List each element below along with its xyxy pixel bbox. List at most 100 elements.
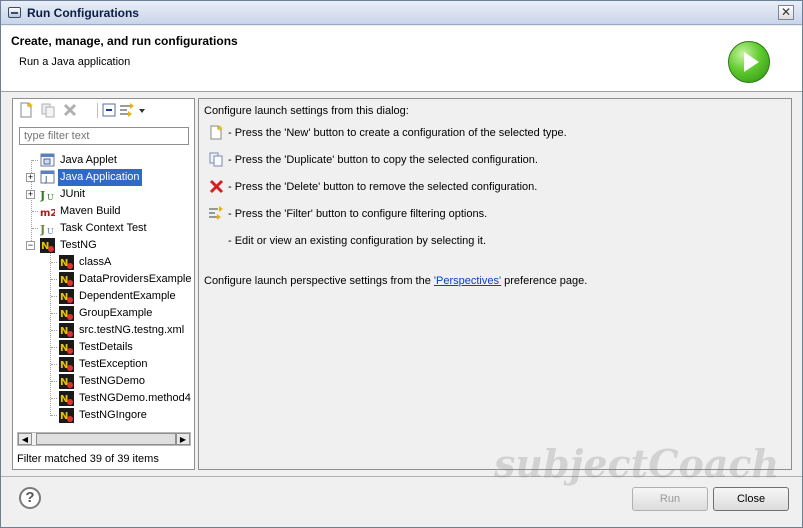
tree-line [51,415,57,416]
tree-item-testng-config[interactable]: N DataProvidersExample [13,271,194,288]
collapse-toggle[interactable]: − [26,241,35,250]
svg-text:J: J [44,175,47,184]
scroll-thumb[interactable] [36,433,176,445]
svg-text:N: N [60,377,68,388]
instruction-new: - Press the 'New' button to create a con… [228,127,567,139]
tree-item-label: TestException [79,358,148,370]
tree-item-java-applet[interactable]: Java Applet [13,152,194,169]
launch-settings-panel: Configure launch settings from this dial… [198,98,792,470]
tree-line [32,160,38,161]
svg-text:N: N [60,309,68,320]
svg-text:N: N [60,360,68,371]
tree-item-testng-config[interactable]: N TestDetails [13,339,194,356]
window-menu-icon[interactable] [8,7,21,18]
tree-item-testng-config[interactable]: N TestNGDemo [13,373,194,390]
testng-config-icon: N [59,340,74,355]
view-menu-icon[interactable] [137,102,147,118]
new-config-icon[interactable] [18,102,34,118]
tree-item-testng[interactable]: − N TestNG [13,237,194,254]
tree-line [32,228,38,229]
dialog-header: Create, manage, and run configurations R… [1,26,802,92]
perspectives-link[interactable]: 'Perspectives' [434,275,501,287]
collapse-all-icon[interactable] [101,102,117,118]
perspective-text-after: preference page. [501,275,588,287]
tree-item-testng-config[interactable]: NclassA [13,254,194,271]
filter-status: Filter matched 39 of 39 items [17,453,159,465]
tree-item-testng-config[interactable]: N DependentExample [13,288,194,305]
header-title: Create, manage, and run configurations [11,34,238,48]
tree-item-label: Maven Build [60,205,121,217]
svg-text:U: U [47,193,54,202]
tree-item-label: JUnit [60,188,86,200]
svg-text:N: N [60,275,68,286]
tree-line [32,211,38,212]
java-application-icon: J [40,170,55,184]
filter-input[interactable] [19,127,189,145]
scroll-right-arrow-icon[interactable]: ▶ [176,433,190,445]
expand-toggle[interactable]: + [26,173,35,182]
duplicate-config-icon [209,152,223,167]
tree-line [51,313,57,314]
tree-item-label: TestNGIngore [79,409,147,421]
tree-item-testng-config[interactable]: N GroupExample [13,305,194,322]
tree-line [51,364,57,365]
intro-text: Configure launch settings from this dial… [204,105,409,117]
testng-config-icon: N [59,323,74,338]
svg-text:N: N [60,411,68,422]
tree-item-junit[interactable]: + JU JUnit [13,186,194,203]
junit-icon: JU [40,189,54,202]
delete-config-icon [209,179,224,194]
help-icon[interactable]: ? [19,487,41,509]
tree-line [51,262,57,263]
close-window-button[interactable]: ✕ [778,5,794,20]
svg-text:N: N [60,292,68,303]
tree-item-testng-config[interactable]: N TestNGDemo.method4 [13,390,194,407]
testng-icon: N [40,238,55,253]
testng-config-icon: N [59,255,74,270]
filter-config-icon [209,206,223,220]
close-button[interactable]: Close [713,487,789,511]
title-bar: Run Configurations ✕ [1,1,802,25]
tree-item-label: classA [79,256,112,268]
svg-text:J: J [40,189,45,202]
tree-item-label: TestNGDemo.method4 [79,392,191,404]
perspective-text: Configure launch perspective settings fr… [204,275,587,287]
tree-item-label: TestDetails [79,341,133,353]
instruction-filter: - Press the 'Filter' button to configure… [228,208,488,220]
tree-line [51,347,57,348]
tree-item-label: DataProvidersExample [79,273,192,285]
svg-text:m2: m2 [40,208,55,219]
svg-text:N: N [41,241,49,252]
tree-item-label: TestNGDemo [79,375,146,387]
expand-toggle[interactable]: + [26,190,35,199]
tree-line [51,381,57,382]
delete-config-icon[interactable] [62,102,78,118]
svg-text:N: N [60,326,68,337]
config-toolbar [13,99,194,121]
svg-text:N: N [60,258,68,269]
svg-text:N: N [60,394,68,405]
testng-config-icon: N [59,408,74,423]
duplicate-config-icon[interactable] [40,102,56,118]
scroll-left-arrow-icon[interactable]: ◀ [18,433,32,445]
window-title: Run Configurations [27,6,139,20]
tree-line [51,330,57,331]
tree-item-testng-config[interactable]: Nsrc.testNG.testng.xml [13,322,194,339]
tree-horizontal-scrollbar[interactable]: ◀ ▶ [17,432,191,446]
tree-item-java-application[interactable]: + J Java Application [13,169,194,186]
tree-item-label: TestNG [60,239,97,251]
tree-item-testng-config[interactable]: N TestException [13,356,194,373]
testng-config-icon: N [59,391,74,406]
watermark-logo: subjectCoach [494,441,780,486]
run-button[interactable]: Run [632,487,708,511]
java-applet-icon [40,153,55,167]
svg-text:N: N [60,343,68,354]
tree-item-maven-build[interactable]: m2 Maven Build [13,203,194,220]
toolbar-separator [97,103,98,118]
tree-line [51,398,57,399]
filter-config-icon[interactable] [119,102,135,118]
tree-item-testng-config[interactable]: N TestNGIngore [13,407,194,424]
tree-item-task-context-test[interactable]: JU Task Context Test [13,220,194,237]
tree-item-label: Java Application [58,169,142,186]
perspective-text-before: Configure launch perspective settings fr… [204,275,434,287]
